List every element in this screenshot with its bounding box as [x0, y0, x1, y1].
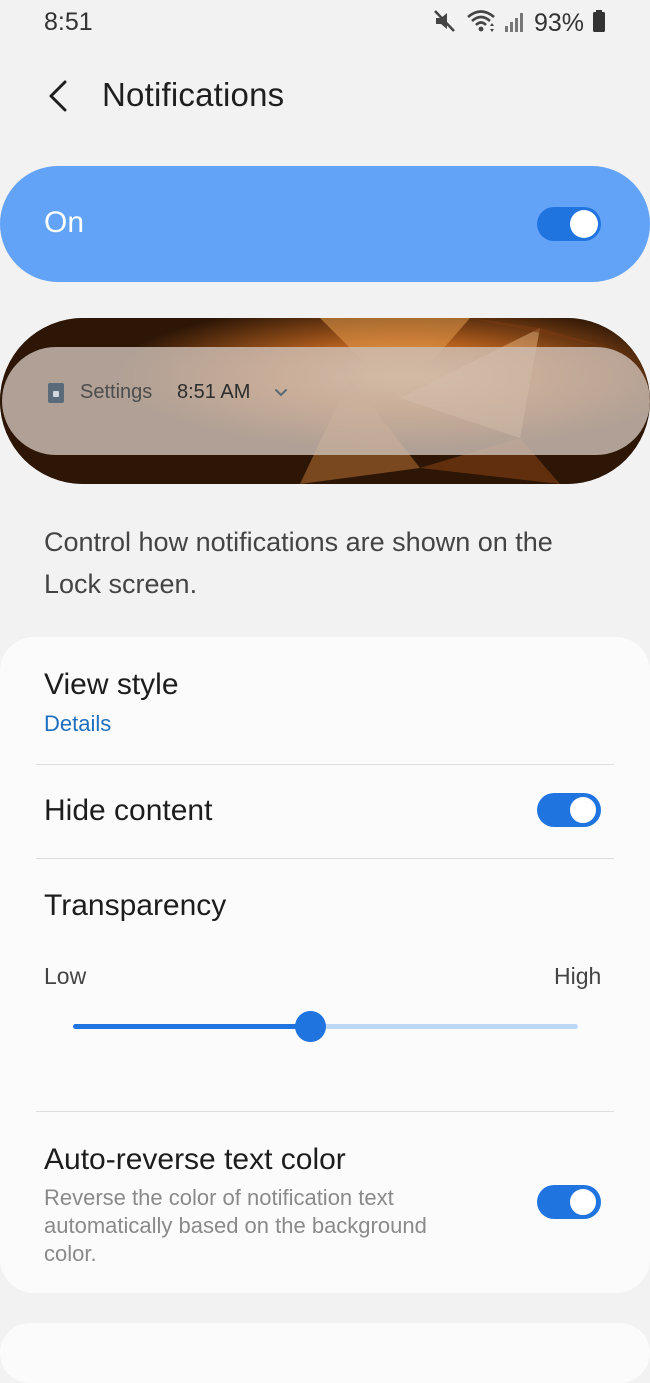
- battery-percent: 93%: [533, 8, 584, 37]
- divider: [36, 764, 614, 765]
- view-style-value: Details: [44, 711, 112, 736]
- view-style-row[interactable]: [0, 650, 650, 762]
- divider: [36, 1111, 614, 1112]
- preview-app-name: Settings: [80, 381, 153, 403]
- status-icons: 93%: [432, 8, 606, 38]
- page-title: Notifications: [102, 76, 285, 113]
- toggle-knob: [567, 1186, 599, 1218]
- lock-screen-description: Control how notifications are shown on t…: [44, 527, 553, 599]
- transparency-slider[interactable]: [73, 1011, 578, 1042]
- toggle-knob: [570, 210, 598, 238]
- preview-time: 8:51 AM: [177, 381, 251, 403]
- toggle-knob: [567, 794, 599, 826]
- hide-content-toggle[interactable]: [537, 793, 601, 827]
- divider: [36, 858, 614, 859]
- wifi-icon: [466, 8, 496, 39]
- transparency-title: Transparency: [44, 889, 227, 922]
- hide-content-title: Hide content: [44, 794, 213, 827]
- next-settings-card: [0, 1323, 650, 1383]
- slider-fill: [73, 1024, 311, 1029]
- back-button[interactable]: [38, 74, 78, 118]
- auto-reverse-title: Auto-reverse text color: [44, 1143, 346, 1176]
- slider-low-label: Low: [44, 963, 87, 989]
- header: Notifications: [0, 60, 650, 132]
- lock-icon: [48, 383, 64, 403]
- slider-high-label: High: [554, 963, 602, 989]
- status-bar: 8:51 93%: [0, 0, 650, 46]
- master-toggle[interactable]: [537, 207, 601, 241]
- mute-icon: [432, 8, 458, 39]
- master-switch-label: On: [44, 206, 85, 239]
- view-style-title: View style: [44, 668, 179, 701]
- signal-icon: [504, 9, 526, 38]
- chevron-left-icon: [49, 80, 67, 112]
- status-time: 8:51: [44, 8, 93, 36]
- master-switch-bar[interactable]: On: [0, 166, 650, 282]
- chevron-down-icon: [273, 385, 289, 406]
- battery-icon: [592, 9, 606, 38]
- auto-reverse-description: Reverse the color of notification text a…: [44, 1185, 427, 1266]
- auto-reverse-toggle[interactable]: [537, 1185, 601, 1219]
